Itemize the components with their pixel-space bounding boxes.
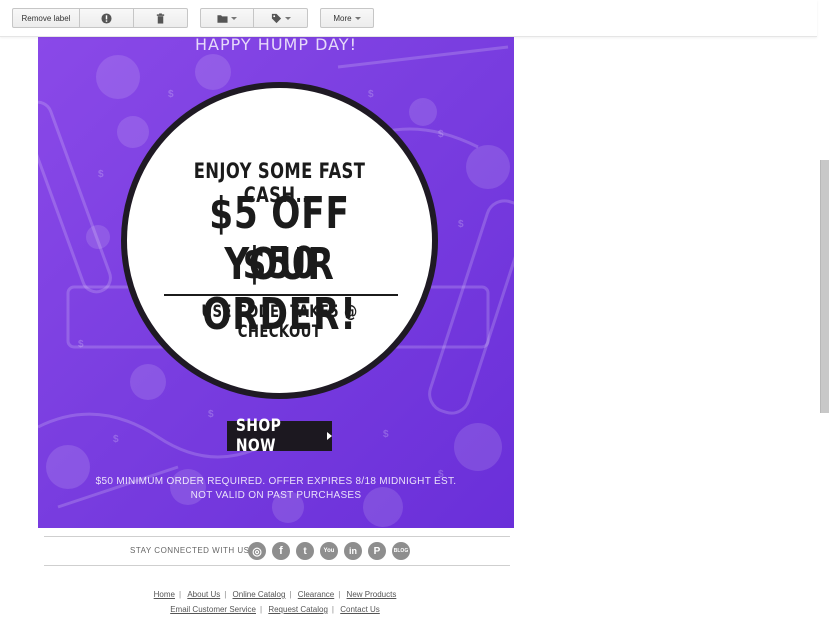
folder-icon xyxy=(217,14,228,23)
footer-link-online-catalog[interactable]: Online Catalog xyxy=(233,590,286,599)
footer-link-email-customer-service[interactable]: Email Customer Service xyxy=(170,605,256,614)
facebook-icon[interactable]: f xyxy=(272,542,290,560)
offer-circle: ENJOY SOME FAST CASH... $5 OFF YOUR $50 … xyxy=(121,82,438,399)
promo-code-line: USE CODE: TAKE5 @ CHECKOUT xyxy=(201,302,358,342)
footer-links-row-2: Email Customer Service | Request Catalog |… xyxy=(170,605,380,614)
chevron-down-icon xyxy=(354,16,361,20)
promo-top-heading: HAPPY HUMP DAY! xyxy=(195,37,357,54)
fineprint-line-2: NOT VALID ON PAST PURCHASES xyxy=(190,490,362,501)
email-view: Remove label More $ $ $ $ $ $ $ $ $ $ HA… xyxy=(0,0,829,622)
twitter-icon[interactable]: t xyxy=(296,542,314,560)
fineprint-line-1: $50 MINIMUM ORDER REQUIRED. OFFER EXPIRE… xyxy=(95,476,457,487)
remove-label-button[interactable]: Remove label xyxy=(12,8,80,28)
footer-link-about-us[interactable]: About Us xyxy=(187,590,220,599)
more-button[interactable]: More xyxy=(320,8,374,28)
footer-link-contact-us[interactable]: Contact Us xyxy=(340,605,380,614)
divider xyxy=(44,565,510,566)
promo-banner[interactable]: $ $ $ $ $ $ $ $ $ $ HAPPY HUMP DAY! ENJO… xyxy=(38,37,514,528)
exclamation-icon xyxy=(101,12,112,24)
footer-link-home[interactable]: Home xyxy=(154,590,175,599)
play-arrow-icon xyxy=(327,432,332,440)
divider xyxy=(164,294,398,296)
footer-link-new-products[interactable]: New Products xyxy=(347,590,397,599)
tag-icon xyxy=(271,13,281,23)
blog-icon[interactable]: BLOG xyxy=(392,542,410,560)
shop-now-label: SHOP NOW xyxy=(235,416,282,456)
remove-label-text: Remove label xyxy=(21,13,71,23)
svg-text:$: $ xyxy=(458,219,464,230)
chevron-down-icon xyxy=(284,16,291,20)
svg-text:$: $ xyxy=(168,89,174,100)
instagram-icon[interactable]: ◎ xyxy=(248,542,266,560)
labels-button[interactable] xyxy=(254,8,308,28)
more-label: More xyxy=(333,13,352,23)
scrollbar-thumb[interactable] xyxy=(820,160,829,413)
divider xyxy=(44,536,510,537)
pinterest-icon[interactable]: P xyxy=(368,542,386,560)
linkedin-icon[interactable]: in xyxy=(344,542,362,560)
delete-button[interactable] xyxy=(134,8,188,28)
svg-text:$: $ xyxy=(78,339,84,350)
footer-link-clearance[interactable]: Clearance xyxy=(298,590,334,599)
svg-text:$: $ xyxy=(208,409,214,420)
svg-text:$: $ xyxy=(438,129,444,140)
report-spam-button[interactable] xyxy=(80,8,134,28)
chevron-down-icon xyxy=(231,16,237,20)
svg-text:$: $ xyxy=(368,89,374,100)
shop-now-button[interactable]: SHOP NOW xyxy=(227,416,332,456)
footer-link-request-catalog[interactable]: Request Catalog xyxy=(268,605,328,614)
svg-text:$: $ xyxy=(113,434,119,445)
svg-text:$: $ xyxy=(98,169,104,180)
move-to-button[interactable] xyxy=(200,8,254,28)
toolbar: Remove label More xyxy=(0,0,817,37)
trash-icon xyxy=(156,12,165,24)
footer-links-row-1: Home | About Us | Online Catalog | Clearanc… xyxy=(153,590,397,599)
youtube-icon[interactable]: You xyxy=(320,542,338,560)
svg-text:$: $ xyxy=(383,429,389,440)
stay-connected-label: STAY CONNECTED WITH US xyxy=(130,546,250,555)
